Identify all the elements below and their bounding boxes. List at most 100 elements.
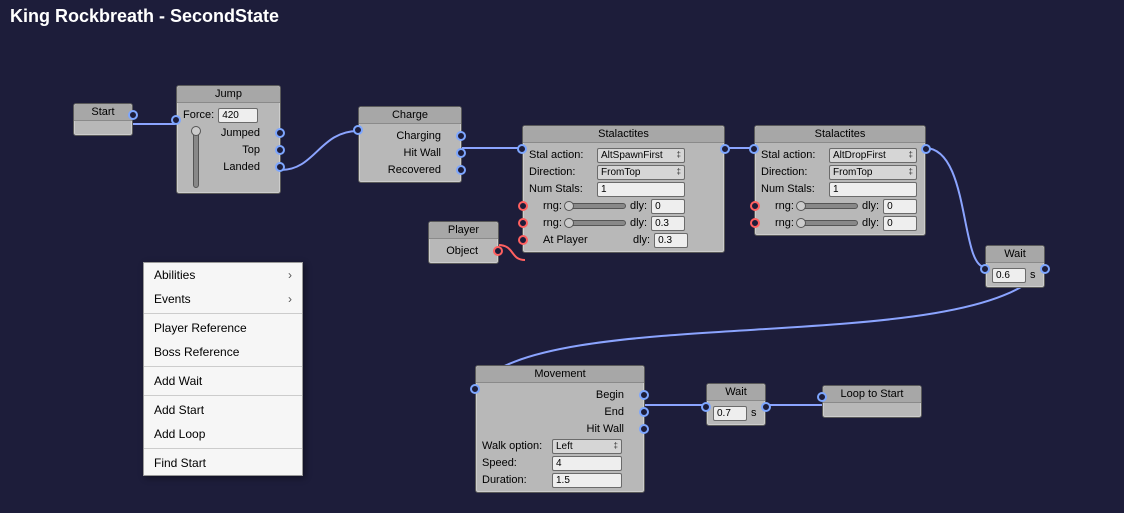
stal1-direction-select[interactable]: FromTop‡ xyxy=(597,165,685,180)
port-stal1-atplayer[interactable] xyxy=(518,235,528,245)
port-charge-hitwall[interactable] xyxy=(456,148,466,158)
stal2-dly1-input[interactable] xyxy=(883,199,917,214)
ctx-sep-3 xyxy=(144,395,302,396)
wait2-unit-label: s xyxy=(751,407,757,419)
port-start-out[interactable] xyxy=(128,110,138,120)
port-charge-charging[interactable] xyxy=(456,131,466,141)
movement-duration-label: Duration: xyxy=(482,474,548,486)
stal1-action-label: Stal action: xyxy=(529,149,593,161)
port-jump-in[interactable] xyxy=(171,115,181,125)
port-movement-begin[interactable] xyxy=(639,390,649,400)
node-stalactites-1[interactable]: Stalactites Stal action: AltSpawnFirst‡ … xyxy=(522,125,725,253)
node-charge[interactable]: Charge Charging Hit Wall Recovered xyxy=(358,106,462,183)
stal1-dly2-input[interactable] xyxy=(651,216,685,231)
port-stal2-in[interactable] xyxy=(749,144,759,154)
stal1-rng2-slider[interactable] xyxy=(566,220,626,226)
charge-out-hitwall-label: Hit Wall xyxy=(404,147,441,159)
node-wait-1[interactable]: Wait s xyxy=(985,245,1045,288)
node-player[interactable]: Player Object xyxy=(428,221,499,264)
movement-speed-label: Speed: xyxy=(482,457,548,469)
stal2-numstals-input[interactable] xyxy=(829,182,917,197)
stal2-rng2-label: rng: xyxy=(775,217,794,229)
movement-out-end-label: End xyxy=(604,406,624,418)
stal2-dly1-label: dly: xyxy=(862,200,879,212)
movement-speed-input[interactable] xyxy=(552,456,622,471)
stal1-rng2-label: rng: xyxy=(543,217,562,229)
player-out-object-label: Object xyxy=(446,245,478,257)
node-wait-2[interactable]: Wait s xyxy=(706,383,766,426)
stal2-rng2-slider[interactable] xyxy=(798,220,858,226)
movement-walkoption-select[interactable]: Left‡ xyxy=(552,439,622,454)
jump-out-jumped-label: Jumped xyxy=(221,127,260,139)
stal1-dly3-label: dly: xyxy=(633,234,650,246)
node-loop-title: Loop to Start xyxy=(823,386,921,403)
stal1-numstals-input[interactable] xyxy=(597,182,685,197)
port-wait2-out[interactable] xyxy=(761,402,771,412)
ctx-item-player-reference[interactable]: Player Reference xyxy=(144,316,302,340)
port-stal1-out[interactable] xyxy=(720,144,730,154)
stal2-rng1-slider[interactable] xyxy=(798,203,858,209)
node-movement-title: Movement xyxy=(476,366,644,383)
jump-force-input[interactable] xyxy=(218,108,258,123)
movement-out-hitwall-label: Hit Wall xyxy=(587,423,624,435)
port-charge-in[interactable] xyxy=(353,125,363,135)
port-wait2-in[interactable] xyxy=(701,402,711,412)
stal2-dly2-input[interactable] xyxy=(883,216,917,231)
port-loop-in[interactable] xyxy=(817,392,827,402)
stal1-action-select[interactable]: AltSpawnFirst‡ xyxy=(597,148,685,163)
ctx-item-add-loop[interactable]: Add Loop xyxy=(144,422,302,446)
node-jump[interactable]: Jump Force: Jumped Top xyxy=(176,85,281,194)
port-charge-recovered[interactable] xyxy=(456,165,466,175)
port-jump-jumped[interactable] xyxy=(275,128,285,138)
port-player-object[interactable] xyxy=(493,246,503,256)
port-movement-end[interactable] xyxy=(639,407,649,417)
jump-force-label: Force: xyxy=(183,109,214,121)
ctx-sep-4 xyxy=(144,448,302,449)
node-start[interactable]: Start xyxy=(73,103,133,136)
context-menu[interactable]: Abilities Events Player Reference Boss R… xyxy=(143,262,303,476)
node-stalactites-2[interactable]: Stalactites Stal action: AltDropFirst‡ D… xyxy=(754,125,926,236)
port-wait1-in[interactable] xyxy=(980,264,990,274)
stal1-atplayer-label: At Player xyxy=(543,234,629,246)
ctx-item-events[interactable]: Events xyxy=(144,287,302,311)
node-player-title: Player xyxy=(429,222,498,239)
node-loop[interactable]: Loop to Start xyxy=(822,385,922,418)
port-stal1-rng1[interactable] xyxy=(518,201,528,211)
ctx-item-find-start[interactable]: Find Start xyxy=(144,451,302,475)
stal1-dly3-input[interactable] xyxy=(654,233,688,248)
movement-duration-input[interactable] xyxy=(552,473,622,488)
stal2-action-label: Stal action: xyxy=(761,149,825,161)
ctx-item-add-start[interactable]: Add Start xyxy=(144,398,302,422)
stal2-direction-select[interactable]: FromTop‡ xyxy=(829,165,917,180)
ctx-item-boss-reference[interactable]: Boss Reference xyxy=(144,340,302,364)
port-movement-hitwall[interactable] xyxy=(639,424,649,434)
port-stal1-rng2[interactable] xyxy=(518,218,528,228)
charge-out-recovered-label: Recovered xyxy=(388,164,441,176)
port-stal2-rng2[interactable] xyxy=(750,218,760,228)
node-wait1-title: Wait xyxy=(986,246,1044,263)
port-jump-landed[interactable] xyxy=(275,162,285,172)
stal1-dly1-input[interactable] xyxy=(651,199,685,214)
wait1-value-input[interactable] xyxy=(992,268,1026,283)
stal2-action-select[interactable]: AltDropFirst‡ xyxy=(829,148,917,163)
node-wait2-title: Wait xyxy=(707,384,765,401)
port-wait1-out[interactable] xyxy=(1040,264,1050,274)
node-charge-title: Charge xyxy=(359,107,461,124)
node-movement[interactable]: Movement Begin End Hit Wall Walk option:… xyxy=(475,365,645,493)
node-stal1-title: Stalactites xyxy=(523,126,724,143)
stal1-rng1-slider[interactable] xyxy=(566,203,626,209)
wait2-value-input[interactable] xyxy=(713,406,747,421)
port-jump-top[interactable] xyxy=(275,145,285,155)
ctx-sep-1 xyxy=(144,313,302,314)
port-stal2-rng1[interactable] xyxy=(750,201,760,211)
ctx-item-abilities[interactable]: Abilities xyxy=(144,263,302,287)
stal1-dly2-label: dly: xyxy=(630,217,647,229)
movement-walkoption-label: Walk option: xyxy=(482,440,548,452)
port-movement-in[interactable] xyxy=(470,384,480,394)
ctx-item-add-wait[interactable]: Add Wait xyxy=(144,369,302,393)
movement-out-begin-label: Begin xyxy=(596,389,624,401)
port-stal2-out[interactable] xyxy=(921,144,931,154)
node-jump-title: Jump xyxy=(177,86,280,103)
stal1-rng1-label: rng: xyxy=(543,200,562,212)
port-stal1-in[interactable] xyxy=(517,144,527,154)
